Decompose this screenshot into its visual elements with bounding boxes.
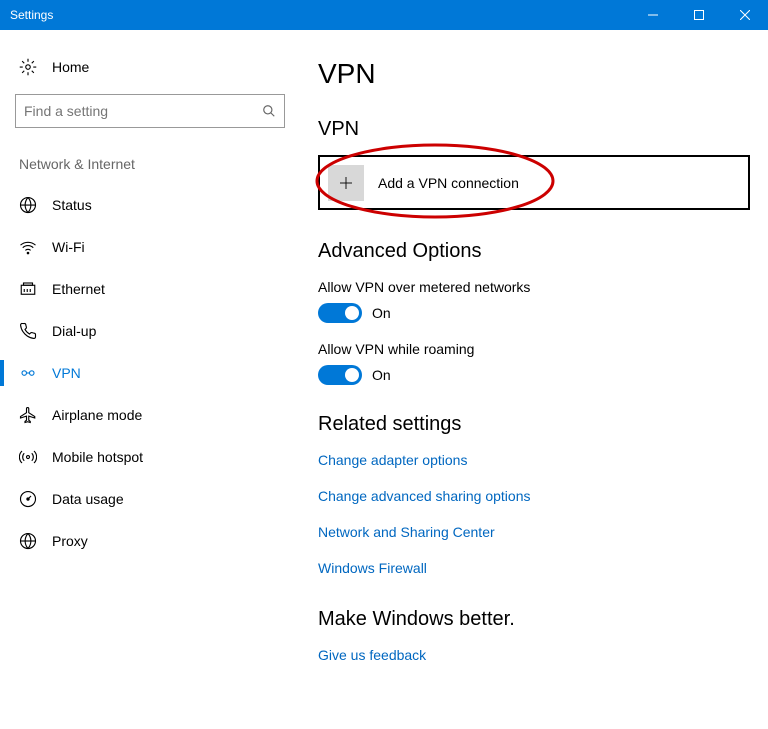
plus-icon [328, 165, 364, 201]
airplane-icon [19, 406, 37, 424]
titlebar-controls [630, 0, 768, 30]
vpn-heading: VPN [318, 118, 750, 141]
add-vpn-label: Add a VPN connection [378, 175, 519, 191]
setting-metered: Allow VPN over metered networks On [318, 279, 750, 323]
titlebar: Settings [0, 0, 768, 30]
sidebar-item-label: Status [52, 197, 92, 213]
sidebar-item-airplane[interactable]: Airplane mode [15, 394, 285, 436]
sidebar-section-label: Network & Internet [15, 156, 285, 184]
hotspot-icon [19, 448, 37, 466]
toggle-roaming[interactable] [318, 365, 362, 385]
titlebar-title: Settings [0, 8, 53, 22]
home-label: Home [52, 59, 89, 75]
vpn-icon [19, 364, 37, 382]
search-input[interactable] [15, 94, 285, 128]
sidebar-item-datausage[interactable]: Data usage [15, 478, 285, 520]
ethernet-icon [19, 280, 37, 298]
sidebar-item-label: Dial-up [52, 323, 96, 339]
wifi-icon [19, 238, 37, 256]
sidebar-item-label: Ethernet [52, 281, 105, 297]
link-adapter-options[interactable]: Change adapter options [318, 452, 750, 468]
setting-roaming: Allow VPN while roaming On [318, 341, 750, 385]
link-sharing-options[interactable]: Change advanced sharing options [318, 488, 750, 504]
feedback-title: Make Windows better. [318, 608, 750, 631]
sidebar-item-label: Airplane mode [52, 407, 142, 423]
sidebar-item-status[interactable]: Status [15, 184, 285, 226]
gear-icon [19, 58, 37, 76]
search-field[interactable] [24, 103, 262, 119]
sidebar-item-wifi[interactable]: Wi-Fi [15, 226, 285, 268]
sidebar-item-label: Proxy [52, 533, 88, 549]
search-icon [262, 104, 276, 118]
sidebar-item-label: VPN [52, 365, 81, 381]
sidebar-item-ethernet[interactable]: Ethernet [15, 268, 285, 310]
link-firewall[interactable]: Windows Firewall [318, 560, 750, 576]
status-icon [19, 196, 37, 214]
sidebar-item-dialup[interactable]: Dial-up [15, 310, 285, 352]
sidebar-item-vpn[interactable]: VPN [15, 352, 285, 394]
sidebar-item-proxy[interactable]: Proxy [15, 520, 285, 562]
link-sharing-center[interactable]: Network and Sharing Center [318, 524, 750, 540]
minimize-button[interactable] [630, 0, 676, 30]
setting-label: Allow VPN over metered networks [318, 279, 750, 295]
sidebar-item-label: Data usage [52, 491, 124, 507]
toggle-value: On [372, 367, 391, 383]
setting-label: Allow VPN while roaming [318, 341, 750, 357]
related-settings-title: Related settings [318, 413, 750, 436]
close-button[interactable] [722, 0, 768, 30]
gauge-icon [19, 490, 37, 508]
sidebar-item-hotspot[interactable]: Mobile hotspot [15, 436, 285, 478]
feedback-link[interactable]: Give us feedback [318, 647, 750, 663]
sidebar: Home Network & Internet Status Wi-Fi [0, 30, 300, 729]
advanced-options-title: Advanced Options [318, 240, 750, 263]
maximize-button[interactable] [676, 0, 722, 30]
home-button[interactable]: Home [15, 50, 285, 94]
add-vpn-button[interactable]: Add a VPN connection [318, 155, 750, 210]
toggle-value: On [372, 305, 391, 321]
sidebar-item-label: Mobile hotspot [52, 449, 143, 465]
main-content: VPN VPN Add a VPN connection Advanced Op… [300, 30, 768, 729]
phone-icon [19, 322, 37, 340]
toggle-metered[interactable] [318, 303, 362, 323]
page-title: VPN [318, 58, 750, 90]
sidebar-item-label: Wi-Fi [52, 239, 85, 255]
globe-icon [19, 532, 37, 550]
